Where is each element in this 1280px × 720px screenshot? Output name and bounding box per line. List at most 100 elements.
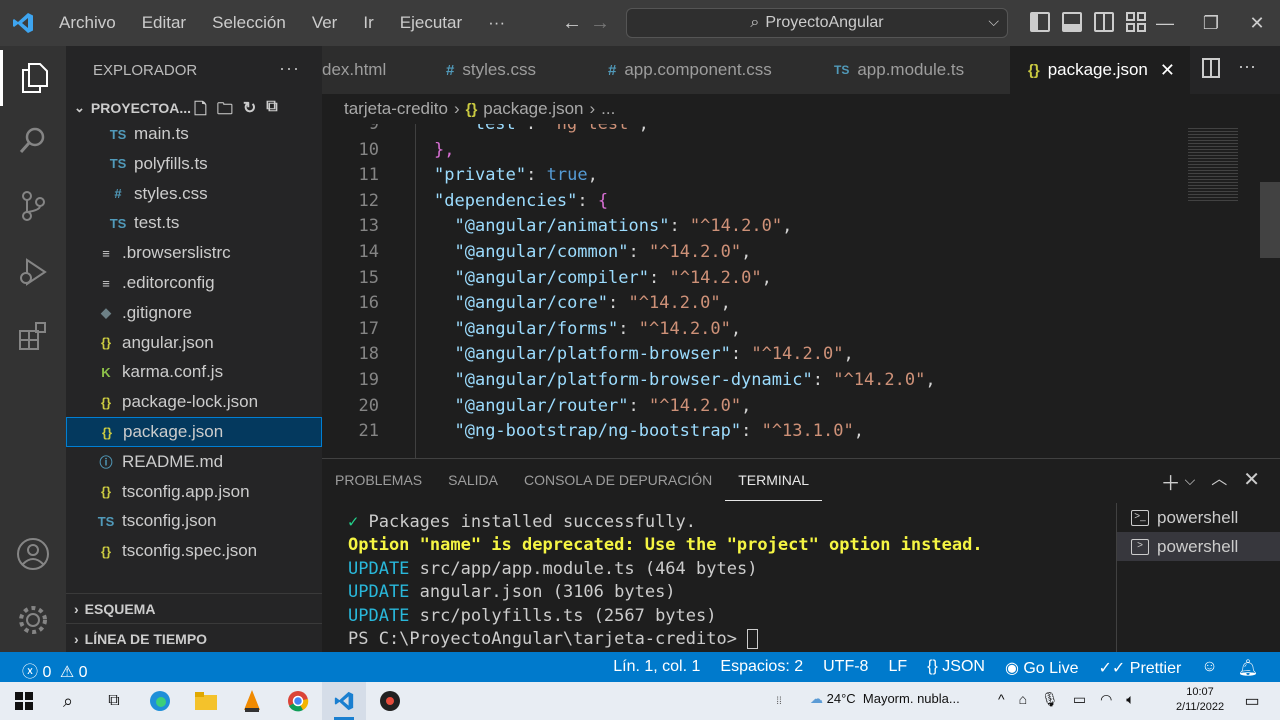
css-file-icon: # bbox=[446, 61, 455, 79]
forward-arrow-icon[interactable]: → bbox=[590, 12, 618, 34]
tab-styles-css[interactable]: # styles.css bbox=[432, 46, 594, 94]
weather-widget[interactable]: ☁ 24°C Mayorm. nubla... bbox=[810, 691, 960, 707]
run-debug-icon[interactable] bbox=[0, 244, 66, 300]
menu-more[interactable]: ··· bbox=[475, 13, 518, 33]
wifi-icon[interactable]: ◠ bbox=[1100, 691, 1112, 708]
file-item[interactable]: {} angular.json bbox=[66, 328, 322, 358]
file-item[interactable]: TS test.ts bbox=[66, 208, 322, 238]
file-item[interactable]: # styles.css bbox=[66, 179, 322, 209]
file-explorer-icon[interactable] bbox=[194, 689, 218, 713]
tab-debug-console[interactable]: CONSOLA DE DEPURACIÓN bbox=[511, 459, 725, 501]
breadcrumb-symbol[interactable]: ... bbox=[601, 99, 615, 119]
language-mode[interactable]: {} JSON bbox=[927, 658, 985, 678]
edge-icon[interactable] bbox=[148, 689, 172, 713]
more-actions-icon[interactable]: ··· bbox=[279, 58, 300, 79]
project-folder-header[interactable]: ⌄ PROYECTOA... 🗋 🗀 ↻ ⧉ bbox=[66, 94, 322, 122]
file-item[interactable]: {} tsconfig.spec.json bbox=[66, 536, 322, 566]
file-item[interactable]: {} tsconfig.app.json bbox=[66, 477, 322, 507]
file-type-icon: TS bbox=[109, 126, 127, 142]
menu-seleccion[interactable]: Selección bbox=[199, 13, 299, 33]
vscode-taskbar-icon[interactable] bbox=[332, 689, 356, 713]
close-panel-icon[interactable]: ✕ bbox=[1243, 467, 1260, 496]
search-icon[interactable]: ⌕ bbox=[56, 689, 80, 713]
clock[interactable]: 10:07 2/11/2022 bbox=[1172, 685, 1228, 715]
menu-editar[interactable]: Editar bbox=[129, 13, 199, 33]
source-control-icon[interactable] bbox=[0, 178, 66, 234]
notification-center-icon[interactable]: ▭ bbox=[1240, 689, 1264, 713]
breadcrumb-folder[interactable]: tarjeta-credito bbox=[344, 99, 448, 119]
cursor-position[interactable]: Lín. 1, col. 1 bbox=[613, 658, 700, 678]
file-item[interactable]: ⓘ README.md bbox=[66, 447, 322, 477]
obs-icon[interactable] bbox=[378, 689, 402, 713]
battery-icon[interactable]: ▭ bbox=[1073, 691, 1086, 708]
go-live-button[interactable]: ◉ Go Live bbox=[1005, 658, 1079, 678]
split-editor-icon[interactable] bbox=[1202, 58, 1220, 78]
network-icon[interactable]: ⌂ bbox=[1019, 691, 1027, 708]
toggle-secondary-sidebar-icon[interactable] bbox=[1094, 12, 1114, 32]
menu-ejecutar[interactable]: Ejecutar bbox=[387, 13, 475, 33]
account-icon[interactable] bbox=[0, 526, 66, 582]
terminal-instance[interactable]: > powershell bbox=[1117, 532, 1280, 561]
chevron-down-icon[interactable]: ⌵ bbox=[988, 13, 999, 30]
file-item[interactable]: {} package.json bbox=[66, 417, 322, 447]
file-item[interactable]: {} package-lock.json bbox=[66, 387, 322, 417]
feedback-icon[interactable]: ☺ bbox=[1201, 658, 1217, 678]
tab-terminal[interactable]: TERMINAL bbox=[725, 459, 823, 501]
terminal-instance[interactable]: >_ powershell bbox=[1117, 503, 1280, 532]
menu-ver[interactable]: Ver bbox=[299, 13, 351, 33]
widgets-icon[interactable]: ⁞⁞ bbox=[772, 689, 786, 713]
extensions-icon[interactable] bbox=[0, 308, 66, 364]
toggle-panel-icon[interactable] bbox=[1062, 12, 1082, 32]
toggle-sidebar-icon[interactable] bbox=[1030, 12, 1050, 32]
line-number: 15 bbox=[358, 267, 379, 288]
notifications-bell-icon[interactable]: 🔔︎ bbox=[1238, 658, 1258, 678]
end-of-line[interactable]: LF bbox=[888, 658, 907, 678]
file-item[interactable]: ≡ .browserslistrc bbox=[66, 238, 322, 268]
file-item[interactable]: TS main.ts bbox=[66, 119, 322, 149]
encoding[interactable]: UTF-8 bbox=[823, 658, 868, 678]
file-item[interactable]: ◆ .gitignore bbox=[66, 298, 322, 328]
file-item[interactable]: TS polyfills.ts bbox=[66, 149, 322, 179]
file-item[interactable]: ≡ .editorconfig bbox=[66, 268, 322, 298]
tab-package-json[interactable]: {} package.json ✕ bbox=[1010, 46, 1190, 94]
speaker-icon[interactable]: 🔈︎ bbox=[1126, 691, 1134, 708]
chrome-icon[interactable] bbox=[286, 689, 310, 713]
code-editor[interactable]: 9 "test": "ng test", 10}, 11 "private": tru… bbox=[322, 124, 1280, 458]
file-item[interactable]: Kkarma.conf.js bbox=[66, 357, 322, 387]
more-actions-icon[interactable]: ··· bbox=[1238, 56, 1256, 77]
outline-section[interactable]: › ESQUEMA bbox=[66, 593, 322, 623]
settings-gear-icon[interactable] bbox=[0, 592, 66, 648]
tab-app-module-ts[interactable]: TS app.module.ts bbox=[820, 46, 1010, 94]
task-view-icon[interactable]: ⧉ bbox=[102, 689, 126, 713]
explorer-icon[interactable] bbox=[0, 50, 66, 106]
minimize-icon[interactable]: — bbox=[1142, 0, 1188, 46]
vlc-icon[interactable] bbox=[240, 689, 264, 713]
new-terminal-icon[interactable]: ＋ bbox=[1161, 467, 1181, 496]
maximize-panel-icon[interactable]: ︿ bbox=[1211, 467, 1227, 496]
microphone-icon[interactable]: 🎙︎ bbox=[1041, 691, 1059, 708]
indentation[interactable]: Espacios: 2 bbox=[720, 658, 803, 678]
tab-output[interactable]: SALIDA bbox=[435, 459, 511, 501]
search-icon[interactable] bbox=[0, 112, 66, 168]
command-center-search[interactable]: ⌕ ProyectoAngular ⌵ bbox=[626, 8, 1008, 38]
vertical-scrollbar-thumb[interactable] bbox=[1260, 182, 1280, 258]
breadcrumb-file[interactable]: package.json bbox=[483, 99, 583, 119]
close-tab-icon[interactable]: ✕ bbox=[1160, 60, 1175, 81]
menu-ir[interactable]: Ir bbox=[350, 13, 386, 33]
minimap[interactable] bbox=[1188, 126, 1248, 206]
prettier-status[interactable]: ✓✓ Prettier bbox=[1099, 658, 1182, 678]
close-icon[interactable]: ✕ bbox=[1234, 0, 1280, 46]
tab-problems[interactable]: PROBLEMAS bbox=[322, 459, 435, 501]
tab-app-component-css[interactable]: # app.component.css bbox=[594, 46, 820, 94]
chevron-down-icon[interactable]: ⌵ bbox=[1185, 467, 1196, 496]
menu-archivo[interactable]: Archivo bbox=[46, 13, 129, 33]
timeline-section[interactable]: › LÍNEA DE TIEMPO bbox=[66, 623, 322, 653]
restore-icon[interactable]: ❐ bbox=[1188, 0, 1234, 46]
problems-status[interactable]: ⓧ 0 ⚠ 0 bbox=[22, 658, 88, 682]
file-item[interactable]: TS tsconfig.json bbox=[66, 506, 322, 536]
back-arrow-icon[interactable]: ← bbox=[562, 12, 590, 34]
windows-start-icon[interactable] bbox=[12, 689, 36, 713]
terminal-output[interactable]: ✓ Packages installed successfully. Optio… bbox=[348, 511, 983, 651]
tab-index-html[interactable]: dex.html bbox=[322, 46, 432, 94]
chevron-up-icon[interactable]: ^ bbox=[998, 691, 1005, 708]
